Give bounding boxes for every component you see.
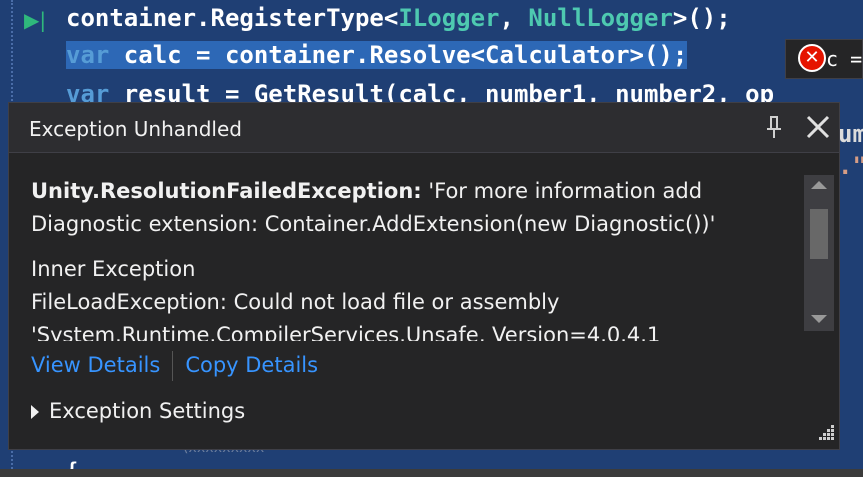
code-text: >(); — [672, 4, 731, 32]
inner-exception-heading: Inner Exception — [31, 257, 196, 281]
code-fragment: um — [838, 120, 863, 148]
code-fragment: ." — [838, 152, 863, 180]
inner-exception-text: FileLoadException: Could not load file o… — [31, 290, 560, 314]
resize-grip-icon[interactable] — [815, 421, 835, 441]
view-details-link[interactable]: View Details — [31, 353, 160, 377]
inner-exception-text-cont: 'System.Runtime.CompilerServices.Unsafe,… — [31, 323, 661, 341]
code-type: ILogger — [398, 4, 500, 32]
horizontal-scrollbar[interactable] — [0, 469, 863, 477]
message-scrollbar[interactable] — [804, 175, 834, 331]
code-text: , — [499, 4, 529, 32]
copy-details-link[interactable]: Copy Details — [185, 353, 318, 377]
scroll-down-icon[interactable] — [811, 315, 827, 323]
code-keyword: var — [66, 41, 110, 69]
scroll-thumb[interactable] — [810, 209, 828, 259]
code-text: container.RegisterType< — [66, 4, 399, 32]
popup-title: Exception Unhandled — [29, 117, 242, 141]
exception-type: Unity.ResolutionFailedException: — [31, 179, 422, 203]
scroll-up-icon[interactable] — [811, 181, 827, 189]
datatip[interactable]: ✕ c = — [785, 39, 863, 79]
pin-icon[interactable] — [765, 115, 783, 139]
exception-popup: Exception Unhandled Unity.ResolutionFail… — [8, 102, 840, 450]
execution-arrow-icon: ▶| — [24, 8, 47, 32]
popup-header: Exception Unhandled — [9, 103, 839, 153]
close-icon[interactable] — [805, 114, 831, 140]
link-divider — [172, 351, 174, 381]
exception-settings-toggle[interactable]: Exception Settings — [31, 399, 245, 423]
code-text: calc = container.Resolve<Calculator>(); — [109, 41, 688, 69]
code-type: NullLogger — [528, 4, 673, 32]
exception-settings-label: Exception Settings — [49, 399, 246, 423]
expand-triangle-icon — [31, 405, 39, 419]
exception-message: Unity.ResolutionFailedException: 'For mo… — [31, 175, 791, 341]
datatip-text: c = — [826, 47, 863, 71]
error-icon: ✕ — [798, 44, 826, 72]
detail-links: View Details Copy Details — [31, 351, 318, 381]
code-line-2-current[interactable]: var calc = container.Resolve<Calculator>… — [66, 41, 688, 69]
code-line-1[interactable]: container.RegisterType<ILogger, NullLogg… — [66, 4, 731, 32]
